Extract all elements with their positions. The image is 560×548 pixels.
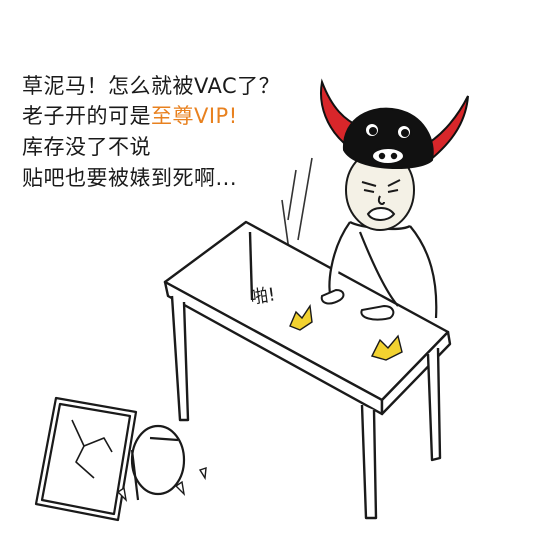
broken-monitor bbox=[34, 396, 186, 522]
caption-line-2-highlight: 至尊VIP! bbox=[151, 104, 238, 128]
sound-effect-text: 啪! bbox=[248, 284, 277, 309]
caption-line-2: 老子开的可是至尊VIP! bbox=[22, 102, 238, 130]
caption-line-3: 库存没了不说 bbox=[22, 135, 151, 159]
caption-line-4: 贴吧也要被婊到死啊... bbox=[22, 166, 238, 190]
debris-shards bbox=[116, 466, 207, 503]
caption-line-1: 草泥马！怎么就被VAC了？ bbox=[22, 74, 281, 98]
caption-line-2-prefix: 老子开的可是 bbox=[22, 104, 151, 128]
table bbox=[163, 220, 452, 520]
horned-helmet bbox=[320, 78, 469, 169]
meme-canvas: 草泥马！怎么就被VAC了？ 老子开的可是至尊VIP! 库存没了不说 贴吧也要被婊… bbox=[0, 0, 560, 548]
